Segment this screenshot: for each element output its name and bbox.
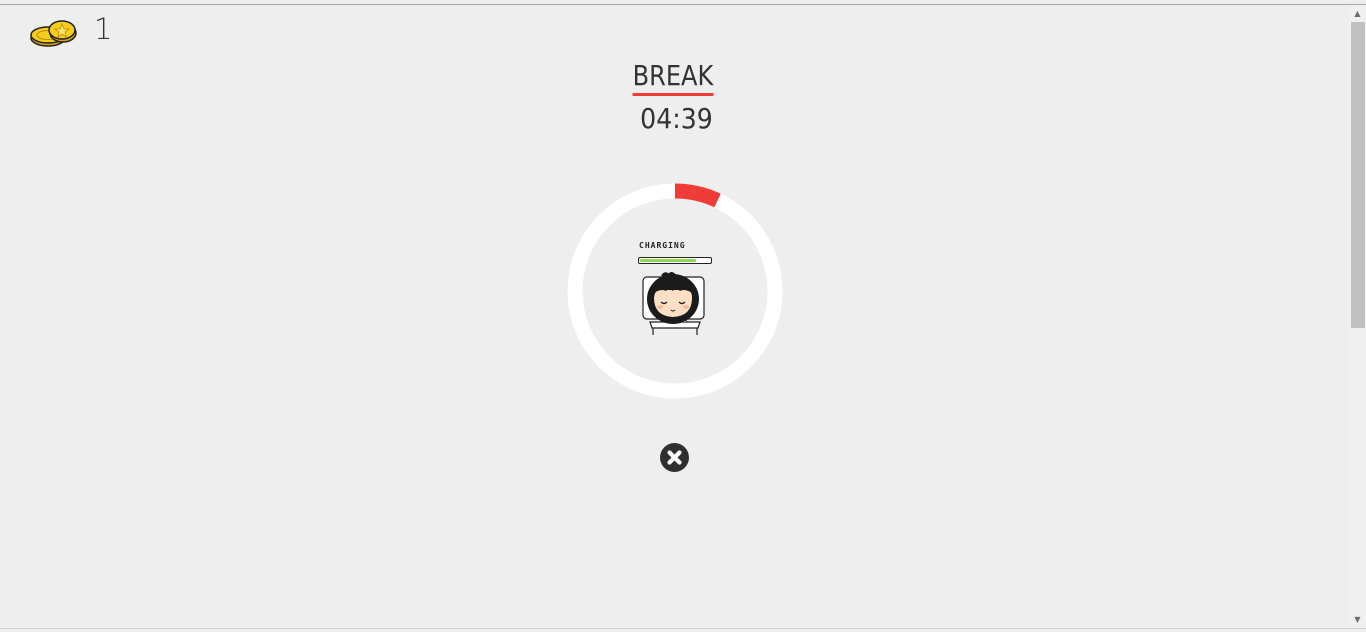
scroll-up-arrow-icon[interactable]: ▲ <box>1349 6 1366 21</box>
window-bottom-border <box>0 628 1366 629</box>
charging-status-label: CHARGING <box>639 241 686 250</box>
charge-bar <box>638 257 712 264</box>
scroll-down-arrow-icon[interactable]: ▼ <box>1349 612 1366 627</box>
countdown-timer: 04:39 <box>640 102 713 135</box>
sleeping-character-icon <box>642 272 705 335</box>
stop-break-button[interactable] <box>660 443 689 472</box>
charge-bar-fill <box>640 259 696 262</box>
scrollbar-thumb[interactable] <box>1351 22 1365 328</box>
session-mode: BREAK <box>0 60 1345 96</box>
window-top-border <box>0 4 1366 5</box>
coin-counter: 1 <box>28 12 138 52</box>
coin-count: 1 <box>94 12 113 46</box>
session-mode-label: BREAK <box>632 60 713 96</box>
close-circle-icon <box>667 450 682 465</box>
coin-stack-icon <box>30 20 77 47</box>
